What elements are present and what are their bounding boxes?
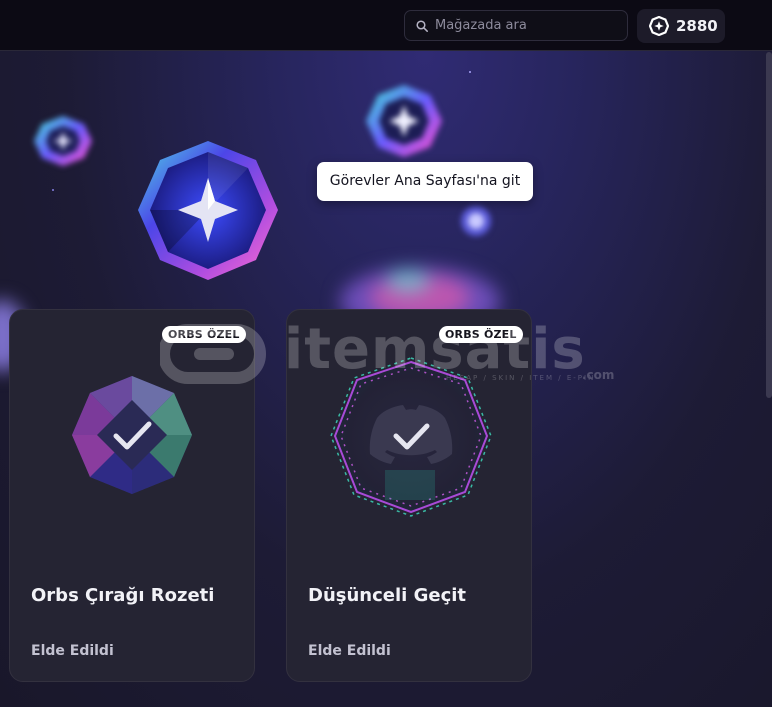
orbs-count: 2880	[676, 17, 718, 35]
top-bar: 2880	[0, 0, 772, 51]
orbs-apprentice-badge-art	[72, 376, 192, 494]
scrollbar[interactable]	[766, 52, 772, 398]
orb-icon	[649, 16, 669, 36]
card-title: Düşünceli Geçit	[308, 585, 467, 606]
sparkle-dot	[52, 189, 54, 191]
sparkle-dot	[469, 71, 471, 73]
tooltip: Görevler Ana Sayfası'na git	[317, 162, 533, 201]
watermark-logo-icon	[160, 324, 266, 384]
search-icon	[416, 20, 428, 32]
watermark: itemsatis HESAP / SKIN / ITEM / E-PIN .c…	[160, 318, 620, 390]
orb-decoration-icon	[138, 141, 278, 280]
store-search[interactable]	[404, 10, 628, 41]
watermark-subtext: HESAP / SKIN / ITEM / E-PIN	[446, 374, 596, 382]
orbs-balance-button[interactable]: 2880	[637, 9, 725, 43]
orb-decoration-icon	[366, 85, 442, 157]
card-title: Orbs Çırağı Rozeti	[31, 585, 215, 606]
discord-logo-icon	[369, 405, 453, 464]
card-status: Elde Edildi	[308, 643, 391, 659]
watermark-text: itemsatis	[284, 317, 586, 382]
search-input[interactable]	[435, 11, 620, 40]
orb-decoration-icon	[461, 206, 491, 236]
watermark-suffix: .com	[582, 368, 615, 382]
orb-decoration-icon	[34, 116, 92, 166]
card-status: Elde Edildi	[31, 643, 114, 659]
